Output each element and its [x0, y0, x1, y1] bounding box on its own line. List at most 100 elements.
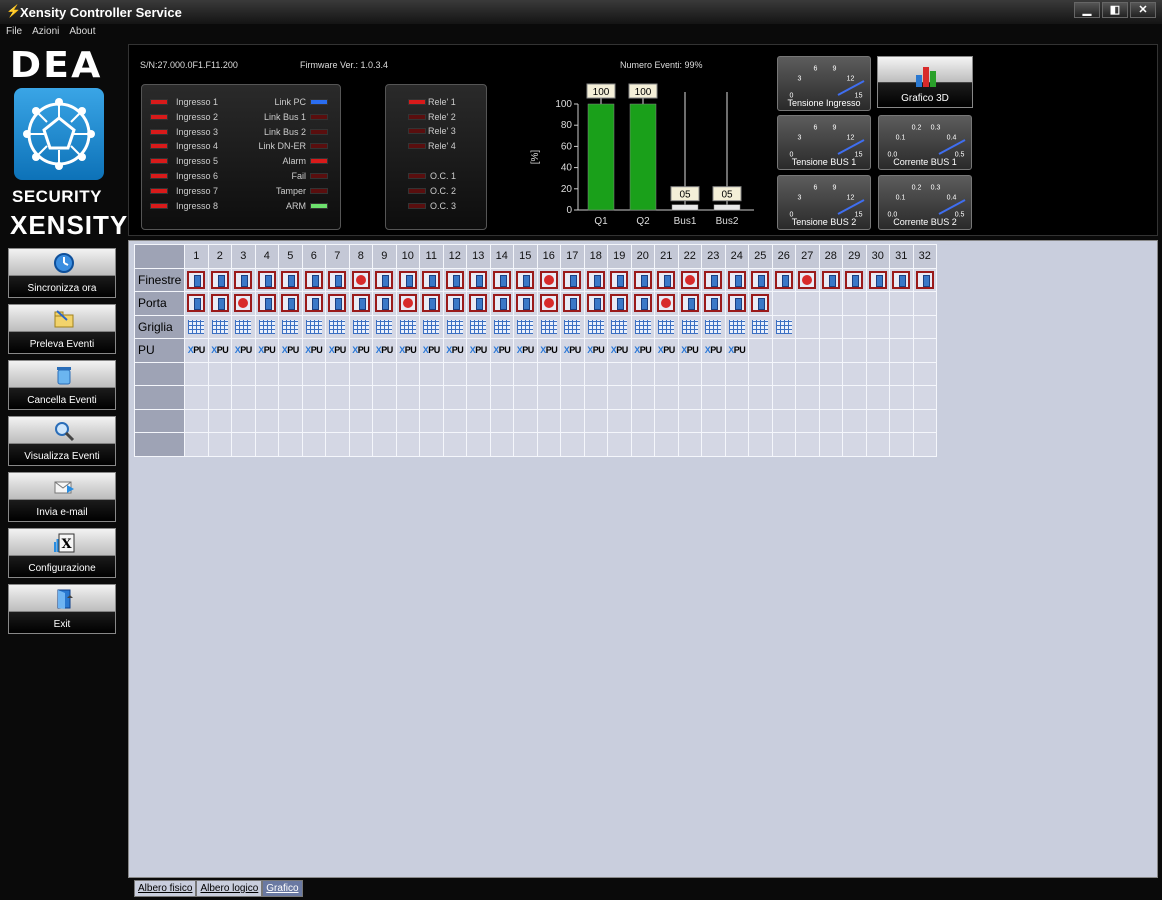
grid-cell[interactable]: [912, 338, 937, 363]
grid-cell[interactable]: [466, 361, 491, 386]
grid-cell[interactable]: [889, 338, 914, 363]
grid-cell[interactable]: [560, 361, 585, 386]
grid-cell[interactable]: [207, 267, 232, 292]
grid-cell[interactable]: XPU: [348, 338, 373, 363]
grid-cell[interactable]: [419, 267, 444, 292]
grid-cell[interactable]: [630, 432, 655, 457]
grid-cell[interactable]: [254, 267, 279, 292]
grid-cell[interactable]: [231, 432, 256, 457]
grid-cell[interactable]: [184, 361, 209, 386]
grid-cell[interactable]: [748, 267, 773, 292]
preleva-button[interactable]: Preleva Eventi: [8, 304, 116, 354]
grid-cell[interactable]: [489, 408, 514, 433]
grid-cell[interactable]: [184, 408, 209, 433]
grid-cell[interactable]: [842, 432, 867, 457]
grid-cell[interactable]: [583, 408, 608, 433]
grid-cell[interactable]: [442, 408, 467, 433]
grid-cell[interactable]: [889, 267, 914, 292]
grid-cell[interactable]: [771, 361, 796, 386]
grid-cell[interactable]: [818, 267, 843, 292]
grid-cell[interactable]: [301, 432, 326, 457]
grid-cell[interactable]: XPU: [513, 338, 538, 363]
grid-cell[interactable]: [630, 291, 655, 316]
grid-cell[interactable]: [771, 432, 796, 457]
grid-cell[interactable]: [748, 432, 773, 457]
close-button[interactable]: ✕: [1130, 2, 1156, 18]
grid-cell[interactable]: [607, 267, 632, 292]
grid-cell[interactable]: [301, 385, 326, 410]
grid-cell[interactable]: [701, 361, 726, 386]
grid-cell[interactable]: [583, 314, 608, 339]
grid-cell[interactable]: [254, 432, 279, 457]
grid-cell[interactable]: XPU: [466, 338, 491, 363]
grid-cell[interactable]: [654, 361, 679, 386]
grid-cell[interactable]: XPU: [207, 338, 232, 363]
grid-cell[interactable]: [395, 408, 420, 433]
grid-cell[interactable]: [842, 338, 867, 363]
grid-cell[interactable]: [842, 408, 867, 433]
invia-email-button[interactable]: Invia e-mail: [8, 472, 116, 522]
grid-cell[interactable]: [889, 432, 914, 457]
grid-cell[interactable]: [701, 267, 726, 292]
grid-cell[interactable]: [771, 267, 796, 292]
grid-cell[interactable]: XPU: [231, 338, 256, 363]
grid-cell[interactable]: [912, 432, 937, 457]
grid-cell[interactable]: [489, 291, 514, 316]
grid-cell[interactable]: [701, 385, 726, 410]
grid-cell[interactable]: [442, 267, 467, 292]
grid-cell[interactable]: [607, 361, 632, 386]
grid-cell[interactable]: [348, 291, 373, 316]
grid-cell[interactable]: [677, 408, 702, 433]
grid-cell[interactable]: XPU: [395, 338, 420, 363]
grid-cell[interactable]: [818, 408, 843, 433]
grid-cell[interactable]: [489, 314, 514, 339]
grid-cell[interactable]: [231, 408, 256, 433]
grid-cell[interactable]: [372, 314, 397, 339]
grid-cell[interactable]: [278, 361, 303, 386]
grid-cell[interactable]: [254, 408, 279, 433]
grid-cell[interactable]: [254, 361, 279, 386]
grid-cell[interactable]: [231, 291, 256, 316]
grid-cell[interactable]: [207, 361, 232, 386]
grid-cell[interactable]: [466, 314, 491, 339]
grid-cell[interactable]: [372, 408, 397, 433]
grid-cell[interactable]: [630, 385, 655, 410]
grid-cell[interactable]: [842, 267, 867, 292]
grid-cell[interactable]: [419, 314, 444, 339]
grid-cell[interactable]: [583, 291, 608, 316]
grid-cell[interactable]: [771, 385, 796, 410]
grid-cell[interactable]: XPU: [654, 338, 679, 363]
grid-cell[interactable]: [842, 314, 867, 339]
grid-cell[interactable]: [748, 314, 773, 339]
grid-cell[interactable]: [231, 314, 256, 339]
grid-cell[interactable]: [795, 432, 820, 457]
grid-cell[interactable]: [395, 361, 420, 386]
grid-cell[interactable]: [184, 432, 209, 457]
grid-cell[interactable]: [372, 291, 397, 316]
menu-about[interactable]: About: [69, 26, 95, 40]
grid-cell[interactable]: [795, 291, 820, 316]
grid-cell[interactable]: XPU: [677, 338, 702, 363]
grid-cell[interactable]: [207, 385, 232, 410]
minimize-button[interactable]: ▁: [1074, 2, 1100, 18]
grid-cell[interactable]: [278, 408, 303, 433]
grid-cell[interactable]: XPU: [724, 338, 749, 363]
grid-cell[interactable]: XPU: [184, 338, 209, 363]
grid-cell[interactable]: XPU: [630, 338, 655, 363]
grid-cell[interactable]: [654, 314, 679, 339]
grid-cell[interactable]: [536, 291, 561, 316]
grid-cell[interactable]: [654, 408, 679, 433]
grid-cell[interactable]: [395, 314, 420, 339]
grid-cell[interactable]: [184, 291, 209, 316]
grid-cell[interactable]: [865, 408, 890, 433]
grid-cell[interactable]: [466, 267, 491, 292]
grid-cell[interactable]: [795, 408, 820, 433]
grid-cell[interactable]: [560, 291, 585, 316]
grid-cell[interactable]: [748, 408, 773, 433]
grid-cell[interactable]: [536, 432, 561, 457]
grid-cell[interactable]: [513, 385, 538, 410]
grid-cell[interactable]: [348, 385, 373, 410]
grid-cell[interactable]: [254, 291, 279, 316]
grid-cell[interactable]: [795, 267, 820, 292]
grid-cell[interactable]: [207, 408, 232, 433]
